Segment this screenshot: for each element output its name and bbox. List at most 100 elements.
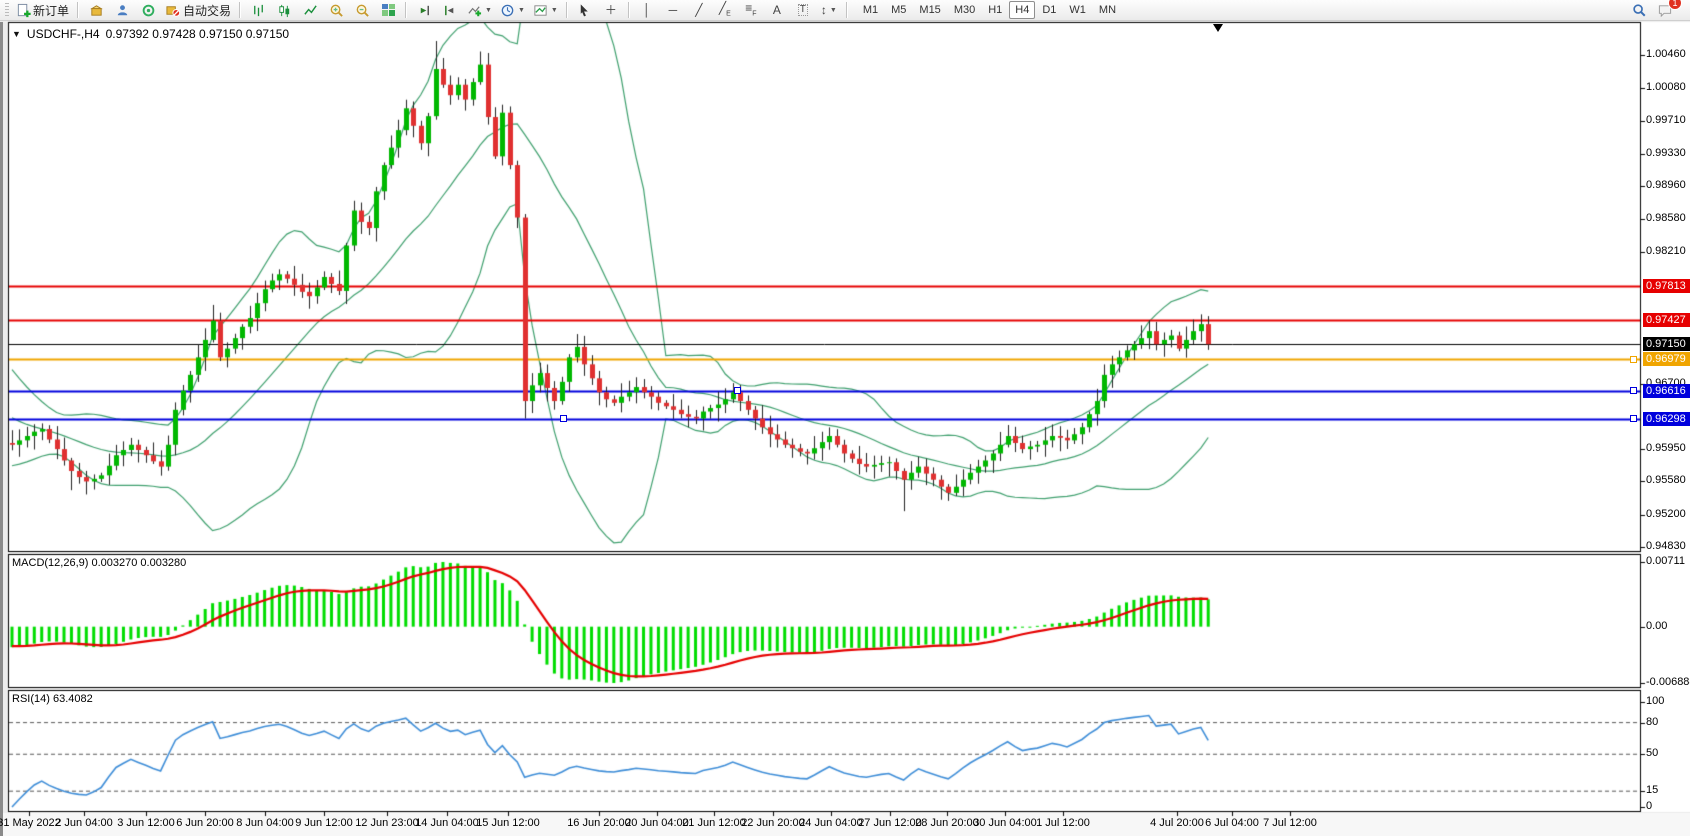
time-axis-label: 28 Jun 20:00 — [915, 817, 979, 829]
data-window-button[interactable] — [110, 0, 134, 20]
hline-handle[interactable] — [1630, 356, 1637, 363]
text-icon: A — [773, 4, 781, 16]
price-axis-tick: 0.98580 — [1646, 212, 1686, 224]
time-axis-label: 1 Jul 12:00 — [1036, 817, 1090, 829]
time-axis-label: 6 Jul 04:00 — [1205, 817, 1259, 829]
quotes-label: 0.97392 0.97428 0.97150 0.97150 — [106, 27, 290, 41]
price-axis-tick: 0.95580 — [1646, 474, 1686, 486]
candlestick-chart-button[interactable] — [272, 0, 296, 20]
time-axis-label: 8 Jun 04:00 — [236, 817, 294, 829]
price-axis-tick: 0.99710 — [1646, 114, 1686, 126]
new-order-label: 新订单 — [33, 2, 69, 19]
hline-handle[interactable] — [560, 415, 567, 422]
fibonacci-tool-button[interactable]: ≡F — [739, 0, 763, 20]
chart-shift-icon — [443, 3, 458, 18]
new-order-button[interactable]: 新订单 — [13, 0, 72, 20]
rsi-axis-tick: 0 — [1646, 800, 1652, 812]
price-badge: 0.97813 — [1643, 279, 1690, 293]
autotrading-button[interactable]: 自动交易 — [162, 0, 234, 20]
timeframe-button-M30[interactable]: M30 — [948, 1, 981, 19]
separator — [846, 2, 848, 18]
notification-badge: 1 — [1668, 0, 1682, 10]
separator — [628, 2, 630, 18]
search-button[interactable] — [1627, 0, 1651, 20]
time-axis-label: 24 Jun 04:00 — [799, 817, 863, 829]
price-axis-tick: 0.95950 — [1646, 442, 1686, 454]
market-watch-button[interactable] — [84, 0, 108, 20]
cursor-button[interactable] — [573, 0, 597, 20]
autotrading-label: 自动交易 — [183, 2, 231, 19]
hline-tool-button[interactable]: ─ — [661, 0, 685, 20]
line-chart-button[interactable] — [298, 0, 322, 20]
timeframe-button-M1[interactable]: M1 — [857, 1, 884, 19]
periods-button[interactable]: ▼ — [497, 0, 528, 20]
tile-windows-button[interactable] — [376, 0, 400, 20]
timeframe-button-D1[interactable]: D1 — [1036, 1, 1062, 19]
text-label-tool-button[interactable]: T — [791, 0, 815, 20]
crosshair-button[interactable]: ＋ — [599, 0, 623, 20]
price-axis-tick: 0.95200 — [1646, 508, 1686, 520]
hline-handle[interactable] — [1630, 415, 1637, 422]
candlestick-chart-icon — [277, 3, 292, 18]
price-badge: 0.97150 — [1643, 337, 1690, 351]
zoom-in-button[interactable] — [324, 0, 348, 20]
price-badge: 0.97427 — [1643, 313, 1690, 327]
autoscroll-icon — [417, 3, 432, 18]
zoom-out-icon — [355, 3, 370, 18]
indicators-button[interactable]: ▼ — [464, 0, 495, 20]
cursor-icon — [577, 3, 592, 18]
time-axis-label: 4 Jul 20:00 — [1150, 817, 1204, 829]
timeframe-button-MN[interactable]: MN — [1093, 1, 1122, 19]
arrows-tool-button[interactable]: ↕▼ — [817, 0, 841, 20]
ohlc-expand-icon[interactable]: ▼ — [12, 29, 21, 39]
hline-handle[interactable] — [1630, 387, 1637, 394]
timeframe-button-W1[interactable]: W1 — [1063, 1, 1092, 19]
time-axis-label: 6 Jun 20:00 — [176, 817, 234, 829]
chart-shift-button[interactable] — [438, 0, 462, 20]
new-order-icon — [16, 3, 31, 18]
price-axis-tick: 1.00080 — [1646, 81, 1686, 93]
navigator-icon — [141, 3, 156, 18]
timeframe-button-M15[interactable]: M15 — [913, 1, 946, 19]
market-watch-icon — [89, 3, 104, 18]
channel-icon: ╱E — [719, 2, 731, 17]
timeframe-button-M5[interactable]: M5 — [885, 1, 912, 19]
chart-shift-marker[interactable] — [1213, 24, 1223, 32]
bar-chart-button[interactable] — [246, 0, 270, 20]
autoscroll-button[interactable] — [412, 0, 436, 20]
timeframe-button-H4[interactable]: H4 — [1009, 1, 1035, 19]
price-badge: 0.96979 — [1643, 352, 1690, 366]
chevron-down-icon: ▼ — [518, 7, 525, 14]
notifications-button[interactable]: 1 — [1653, 0, 1677, 20]
tile-windows-icon — [382, 4, 395, 16]
chevron-down-icon: ▼ — [830, 7, 837, 14]
separator — [405, 2, 407, 18]
templates-button[interactable]: ▼ — [530, 0, 561, 20]
zoom-out-button[interactable] — [350, 0, 374, 20]
time-axis-label: 31 May 2022 — [0, 817, 61, 829]
hline-handle[interactable] — [734, 387, 741, 394]
time-axis-label: 12 Jun 23:00 — [355, 817, 419, 829]
separator — [77, 2, 79, 18]
text-tool-button[interactable]: A — [765, 0, 789, 20]
time-axis-label: 20 Jun 04:00 — [625, 817, 689, 829]
toolbar: 新订单 自动交易 — [0, 0, 1690, 21]
crosshair-icon: ＋ — [605, 4, 617, 16]
time-axis-label: 27 Jun 12:00 — [858, 817, 922, 829]
time-axis-label: 7 Jul 12:00 — [1263, 817, 1317, 829]
toolbar-grip[interactable] — [5, 3, 9, 17]
channel-tool-button[interactable]: ╱E — [713, 0, 737, 20]
vline-tool-button[interactable]: │ — [635, 0, 659, 20]
timeframe-bar: M1M5M15M30H1H4D1W1MN — [857, 1, 1122, 19]
timeframe-button-H1[interactable]: H1 — [982, 1, 1008, 19]
navigator-button[interactable] — [136, 0, 160, 20]
rsi-axis-tick: 100 — [1646, 695, 1664, 707]
rsi-axis-tick: 50 — [1646, 747, 1658, 759]
trendline-icon: ╱ — [695, 4, 702, 16]
chart-canvas[interactable] — [0, 0, 1690, 836]
trendline-tool-button[interactable]: ╱ — [687, 0, 711, 20]
line-chart-icon — [303, 3, 318, 18]
time-axis-label: 9 Jun 12:00 — [295, 817, 353, 829]
time-axis-label: 30 Jun 04:00 — [973, 817, 1037, 829]
indicators-icon — [467, 3, 482, 18]
